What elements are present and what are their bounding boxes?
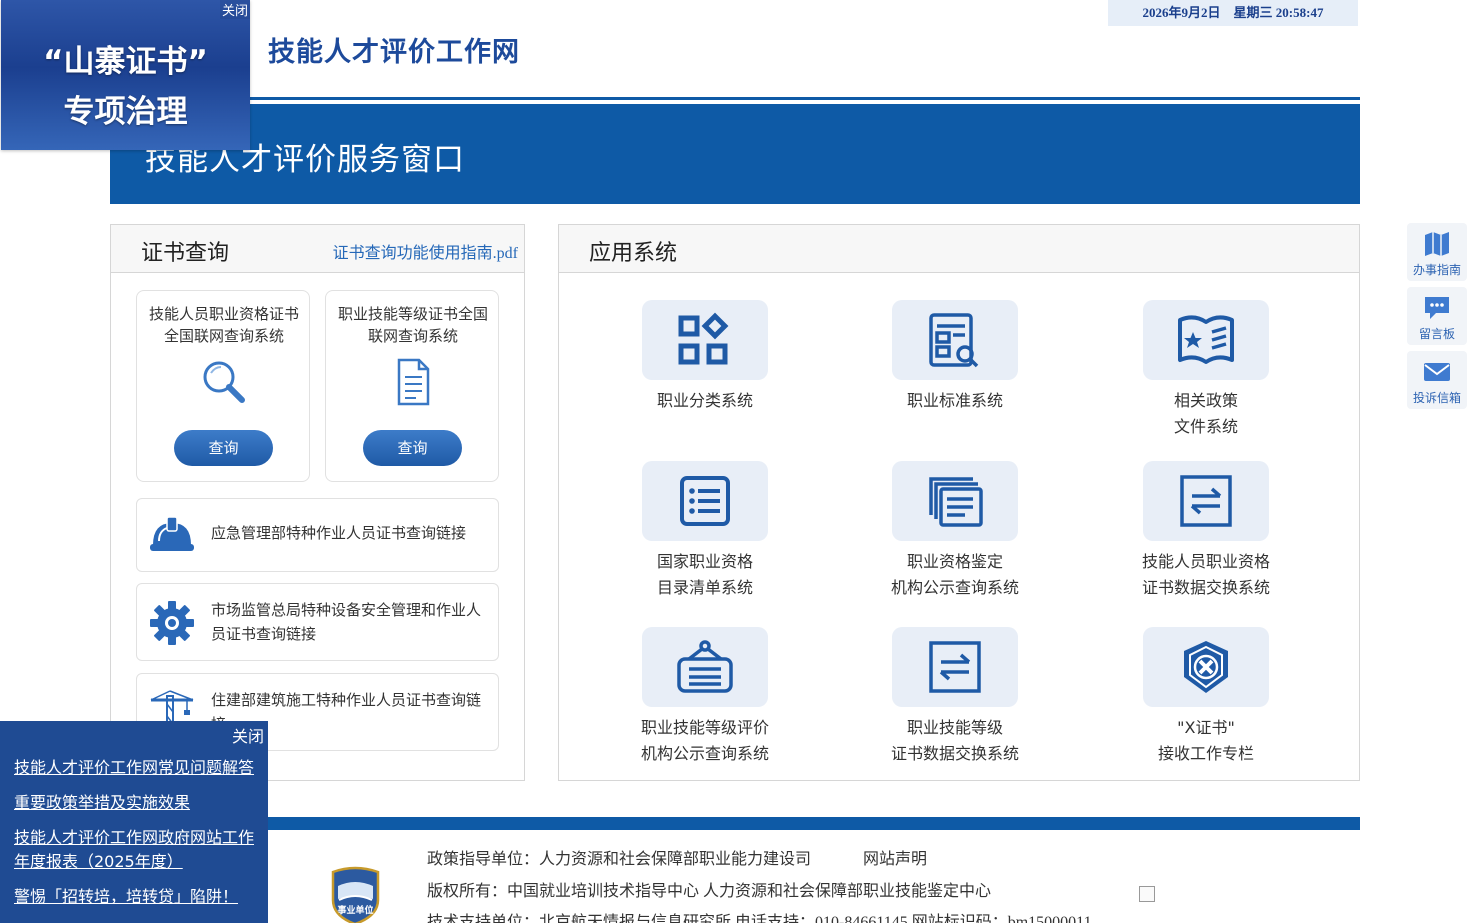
app-tile[interactable] [892, 627, 1018, 707]
date-time-bar: 2026年9月2日 星期三 20:58:47 [1108, 0, 1358, 26]
site-title[interactable]: 技能人才评价工作网 [268, 30, 520, 69]
apps-panel-title: 应用系统 [589, 241, 678, 266]
market-supervision-link[interactable]: 市场监管总局特种设备安全管理和作业人员证书查询链接 [136, 583, 499, 661]
notice-fraud-warning-link[interactable]: 警惕「招转培，培转贷」陷阱！ [14, 885, 262, 909]
app-label: 职业分类系统 [656, 391, 753, 410]
app-related-policy[interactable]: 相关政策 文件系统 [1106, 300, 1306, 440]
app-skill-level-evaluation-institutions[interactable]: 职业技能等级评价 机构公示查询系统 [605, 627, 805, 767]
side-complaint-label: 投诉信箱 [1412, 391, 1461, 405]
app-x-certificate-column[interactable]: "X证书" 接收工作专栏 [1106, 627, 1306, 767]
app-tile[interactable] [642, 300, 768, 380]
app-label: 职业标准系统 [906, 391, 1003, 410]
app-label: 职业技能等级 证书数据交换系统 [890, 718, 1019, 763]
side-guide-button[interactable]: 办事指南 [1407, 223, 1467, 281]
side-complaint-mailbox-button[interactable]: 投诉信箱 [1407, 351, 1467, 409]
app-occupation-standard[interactable]: 职业标准系统 [855, 300, 1055, 440]
app-qualification-cert-exchange[interactable]: 技能人员职业资格 证书数据交换系统 [1106, 461, 1306, 601]
cert-card-skill-level: 职业技能等级证书全国联网查询系统 查询 [325, 290, 499, 482]
app-national-qualification-list[interactable]: 国家职业资格 目录清单系统 [605, 461, 805, 601]
app-skill-level-cert-exchange[interactable]: 职业技能等级 证书数据交换系统 [855, 627, 1055, 767]
fake-certificate-ad[interactable]: 关闭 “山寨证书” 专项治理 [1, 0, 250, 150]
app-label: 技能人员职业资格 证书数据交换系统 [1141, 552, 1270, 597]
apps-panel-header: 应用系统 [559, 225, 1359, 273]
ad-title-line2: 专项治理 [63, 94, 188, 130]
documents-icon [929, 477, 983, 527]
footer-image-placeholder[interactable] [1139, 886, 1155, 902]
x-shield-icon [1184, 641, 1228, 693]
emergency-mgmt-link[interactable]: 应急管理部特种作业人员证书查询链接 [136, 498, 499, 572]
helmet-icon [150, 516, 194, 551]
date-text: 2026年9月2日 [1142, 5, 1221, 20]
app-label: 国家职业资格 目录清单系统 [656, 552, 753, 597]
notice-float-panel: 关闭 技能人才评价工作网常见问题解答 重要政策举措及实施效果 技能人才评价工作网… [0, 721, 268, 923]
list-icon [680, 476, 730, 526]
cert-guide-pdf-link[interactable]: 证书查询功能使用指南.pdf [333, 239, 518, 263]
app-tile[interactable] [1143, 627, 1269, 707]
search-icon [203, 361, 245, 403]
category-grid-icon [678, 312, 729, 365]
cert-card-title: 技能人员职业资格证书全国联网查询系统 [148, 305, 299, 345]
app-tile[interactable] [642, 461, 768, 541]
query-button-skill-level[interactable]: 查询 [363, 430, 462, 466]
app-occupation-classification[interactable]: 职业分类系统 [605, 300, 805, 440]
app-label: 职业技能等级评价 机构公示查询系统 [640, 718, 769, 763]
chat-bubble-icon [1425, 297, 1449, 319]
policy-book-icon [1178, 315, 1234, 364]
exchange-icon [929, 641, 981, 693]
standard-doc-search-icon [929, 313, 979, 368]
notice-annual-report-link[interactable]: 技能人才评价工作网政府网站工作年度报表（2025年度） [14, 826, 262, 874]
notice-policy-link[interactable]: 重要政策举措及实施效果 [14, 791, 262, 815]
cert-card-title: 职业技能等级证书全国联网查询系统 [337, 305, 488, 345]
app-tile[interactable] [892, 461, 1018, 541]
app-tile[interactable] [892, 300, 1018, 380]
footer-statement-link[interactable]: 网站声明 [863, 845, 927, 869]
header-divider [110, 97, 1360, 100]
exchange-icon [1180, 475, 1232, 527]
footer-policy-guidance: 政策指导单位：人力资源和社会保障部职业能力建设司 [427, 851, 812, 868]
side-message-board-label: 留言板 [1418, 327, 1455, 341]
footer-bar [110, 817, 1360, 830]
weekday-time-text: 星期三 20:58:47 [1233, 5, 1324, 20]
app-tile[interactable] [1143, 461, 1269, 541]
app-label: 职业资格鉴定 机构公示查询系统 [890, 552, 1019, 597]
cert-query-panel: 证书查询 证书查询功能使用指南.pdf 技能人员职业资格证书全国联网查询系统 查… [110, 224, 525, 781]
ad-close-button[interactable]: 关闭 [219, 0, 250, 19]
app-label: 相关政策 文件系统 [1173, 391, 1238, 436]
badge-text: 事业单位 [337, 904, 373, 916]
cert-card-qualification: 技能人员职业资格证书全国联网查询系统 查询 [136, 290, 310, 482]
footer-copyright: 版权所有：中国就业培训技术指导中心 人力资源和社会保障部职业技能鉴定中心 [427, 883, 992, 900]
notice-close-button[interactable]: 关闭 [232, 723, 264, 747]
footer-tech-support: 技术支持单位：北京航天情报与信息研究所 电话支持：010-84661145 网站… [427, 914, 1092, 923]
emergency-mgmt-link-text: 应急管理部特种作业人员证书查询链接 [211, 524, 467, 542]
ad-title-line1: “山寨证书” [43, 44, 208, 80]
side-guide-label: 办事指南 [1412, 263, 1461, 277]
document-icon [397, 358, 430, 406]
page: 2026年9月2日 星期三 20:58:47 技能人才评价工作网 技能人才评价服… [0, 0, 1470, 923]
app-systems-panel: 应用系统 职业分类系统 职业标准系统 相关政策 文件系统 国家职业资格 目录清单… [558, 224, 1360, 781]
public-institution-badge[interactable]: 事业单位 [329, 866, 382, 923]
query-button-qualification[interactable]: 查询 [174, 430, 273, 466]
mail-icon [1424, 363, 1450, 381]
cert-panel-title: 证书查询 [141, 241, 230, 266]
side-message-board-button[interactable]: 留言板 [1407, 287, 1467, 345]
app-tile[interactable] [642, 627, 768, 707]
app-tile[interactable] [1143, 300, 1269, 380]
market-supervision-link-text: 市场监管总局特种设备安全管理和作业人员证书查询链接 [211, 601, 482, 643]
guide-map-icon [1425, 232, 1449, 256]
gear-icon [150, 601, 194, 645]
notice-faq-link[interactable]: 技能人才评价工作网常见问题解答 [14, 756, 262, 780]
cert-panel-header: 证书查询 证书查询功能使用指南.pdf [111, 225, 524, 273]
signboard-icon [677, 640, 733, 693]
app-qualification-appraisal-institutions[interactable]: 职业资格鉴定 机构公示查询系统 [855, 461, 1055, 601]
app-label: "X证书" 接收工作专栏 [1157, 718, 1254, 763]
